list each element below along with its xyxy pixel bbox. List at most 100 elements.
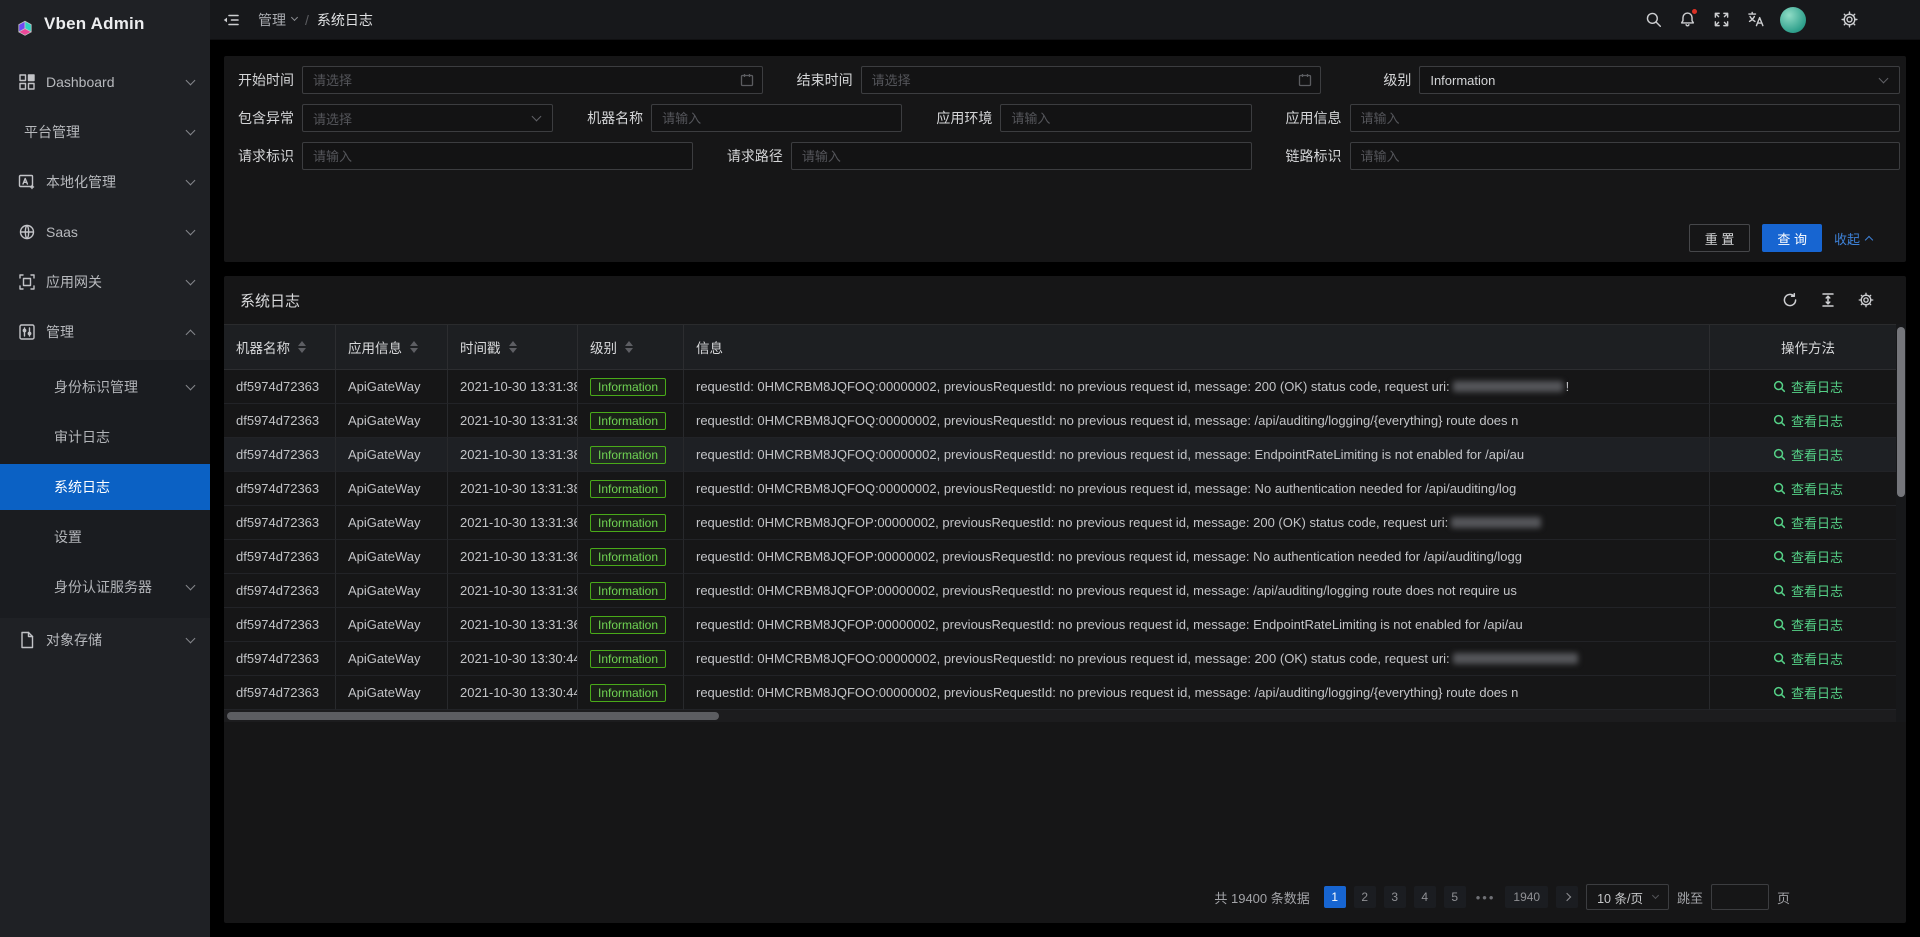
row-height-icon[interactable] (1820, 292, 1836, 308)
sort-icon[interactable] (410, 341, 418, 353)
table-row[interactable]: df5974d72363 ApiGateWay 2021-10-30 13:31… (224, 608, 1906, 642)
sidebar-item-localization[interactable]: 本地化管理 (0, 160, 210, 204)
page-size-select[interactable]: 10 条/页 (1586, 884, 1669, 910)
cell-actions: 查看日志 (1710, 404, 1906, 438)
vertical-scrollbar[interactable] (1896, 324, 1906, 722)
sidebar-item-dashboard[interactable]: Dashboard (0, 60, 210, 104)
filter-panel: 开始时间 结束时间 级别 (224, 56, 1906, 262)
jump-page-input[interactable] (1711, 884, 1769, 910)
end-time-datepicker[interactable] (861, 66, 1322, 94)
view-log-button[interactable]: 查看日志 (1773, 411, 1843, 430)
settings-gear-icon[interactable] (1832, 0, 1866, 40)
table-row[interactable]: df5974d72363 ApiGateWay 2021-10-30 13:31… (224, 370, 1906, 404)
refresh-icon[interactable] (1782, 292, 1798, 308)
avatar[interactable] (1780, 7, 1806, 33)
page-button[interactable]: 1940 (1505, 886, 1548, 908)
start-time-datepicker[interactable] (302, 66, 763, 94)
table-row[interactable]: df5974d72363 ApiGateWay 2021-10-30 13:31… (224, 540, 1906, 574)
sidebar-item-audit-logs[interactable]: 审计日志 (0, 414, 210, 460)
collapse-filter-link[interactable]: 收起 (1834, 229, 1872, 248)
machine-name-field[interactable] (651, 104, 902, 132)
column-header-app-info[interactable]: 应用信息 (336, 325, 448, 370)
sort-icon[interactable] (298, 341, 306, 353)
page-button[interactable]: 2 (1354, 886, 1376, 908)
request-id-input[interactable] (303, 143, 692, 169)
sort-icon[interactable] (509, 341, 517, 353)
sidebar-item-saas[interactable]: Saas (0, 210, 210, 254)
app-info-field[interactable] (1350, 104, 1901, 132)
view-log-button[interactable]: 查看日志 (1773, 377, 1843, 396)
sidebar-item-label: 本地化管理 (46, 172, 177, 192)
request-path-input[interactable] (792, 143, 1251, 169)
table-row[interactable]: df5974d72363 ApiGateWay 2021-10-30 13:31… (224, 574, 1906, 608)
menu-fold-icon[interactable] (222, 11, 240, 29)
page-button[interactable]: 5 (1444, 886, 1466, 908)
table-row[interactable]: df5974d72363 ApiGateWay 2021-10-30 13:31… (224, 404, 1906, 438)
sidebar-item-identity-server[interactable]: 身份认证服务器 (0, 564, 210, 610)
trace-id-input[interactable] (1351, 143, 1900, 169)
request-path-field[interactable] (791, 142, 1252, 170)
sidebar-item-system-logs[interactable]: 系统日志 (0, 464, 210, 510)
page-button[interactable]: 3 (1384, 886, 1406, 908)
sidebar-item-settings[interactable]: 设置 (0, 514, 210, 560)
chevron-down-icon (1652, 891, 1659, 898)
level-select[interactable]: Information (1419, 66, 1900, 94)
view-log-button[interactable]: 查看日志 (1773, 513, 1843, 532)
page-button[interactable]: 1 (1324, 886, 1346, 908)
search-icon[interactable] (1636, 0, 1670, 40)
next-page-button[interactable] (1556, 886, 1578, 908)
scrollbar-thumb[interactable] (1897, 327, 1905, 497)
search-button[interactable]: 查 询 (1762, 224, 1822, 252)
page-ellipsis[interactable]: ••• (1474, 890, 1498, 905)
breadcrumb-parent[interactable]: 管理 (258, 10, 297, 30)
view-log-button[interactable]: 查看日志 (1773, 615, 1843, 634)
sidebar-item-management[interactable]: 管理 (0, 310, 210, 354)
column-settings-icon[interactable] (1858, 292, 1874, 308)
table-row[interactable]: df5974d72363 ApiGateWay 2021-10-30 13:31… (224, 506, 1906, 540)
sidebar-item-platform[interactable]: 平台管理 (0, 110, 210, 154)
trace-id-field[interactable] (1350, 142, 1901, 170)
notification-bell-icon[interactable] (1670, 0, 1704, 40)
view-log-button[interactable]: 查看日志 (1773, 547, 1843, 566)
field-label: 请求标识 (224, 146, 302, 166)
column-header-level[interactable]: 级别 (578, 325, 684, 370)
column-header-machine-name[interactable]: 机器名称 (224, 325, 336, 370)
start-time-input[interactable] (303, 67, 762, 93)
table-row[interactable]: df5974d72363 ApiGateWay 2021-10-30 13:30… (224, 642, 1906, 676)
view-log-label: 查看日志 (1791, 581, 1843, 600)
sidebar-item-object-storage[interactable]: 对象存储 (0, 618, 210, 662)
cell-actions: 查看日志 (1710, 540, 1906, 574)
view-log-button[interactable]: 查看日志 (1773, 445, 1843, 464)
view-log-button[interactable]: 查看日志 (1773, 683, 1843, 702)
log-message: requestId: 0HMCRBM8JQFOQ:00000002, previ… (696, 481, 1516, 496)
sidebar-item-identity-management[interactable]: 身份标识管理 (0, 364, 210, 410)
app-info-input[interactable] (1351, 105, 1900, 131)
cell-message: requestId: 0HMCRBM8JQFOQ:00000002, previ… (684, 404, 1710, 438)
table-row[interactable]: df5974d72363 ApiGateWay 2021-10-30 13:30… (224, 676, 1906, 710)
sort-icon[interactable] (625, 341, 633, 353)
scrollbar-thumb[interactable] (227, 712, 719, 720)
app-logo-icon (16, 15, 34, 33)
chevron-down-icon (186, 633, 196, 643)
reset-button[interactable]: 重 置 (1689, 224, 1751, 252)
machine-name-input[interactable] (652, 105, 901, 131)
view-log-button[interactable]: 查看日志 (1773, 479, 1843, 498)
fullscreen-icon[interactable] (1704, 0, 1738, 40)
table-row[interactable]: df5974d72363 ApiGateWay 2021-10-30 13:31… (224, 472, 1906, 506)
request-id-field[interactable] (302, 142, 693, 170)
has-exception-select[interactable]: 请选择 (302, 104, 553, 132)
app-logo[interactable]: Vben Admin (0, 0, 210, 48)
view-log-button[interactable]: 查看日志 (1773, 649, 1843, 668)
environment-field[interactable] (1000, 104, 1251, 132)
table-row[interactable]: df5974d72363 ApiGateWay 2021-10-30 13:31… (224, 438, 1906, 472)
translate-icon[interactable] (1738, 0, 1772, 40)
page-button[interactable]: 4 (1414, 886, 1436, 908)
sidebar-item-gateway[interactable]: 应用网关 (0, 260, 210, 304)
end-time-input[interactable] (862, 67, 1321, 93)
view-log-button[interactable]: 查看日志 (1773, 581, 1843, 600)
column-header-timestamp[interactable]: 时间戳 (448, 325, 578, 370)
environment-input[interactable] (1001, 105, 1250, 131)
horizontal-scrollbar[interactable] (224, 710, 1906, 722)
cell-app-info: ApiGateWay (336, 676, 448, 710)
field-label: 链路标识 (1272, 146, 1350, 166)
